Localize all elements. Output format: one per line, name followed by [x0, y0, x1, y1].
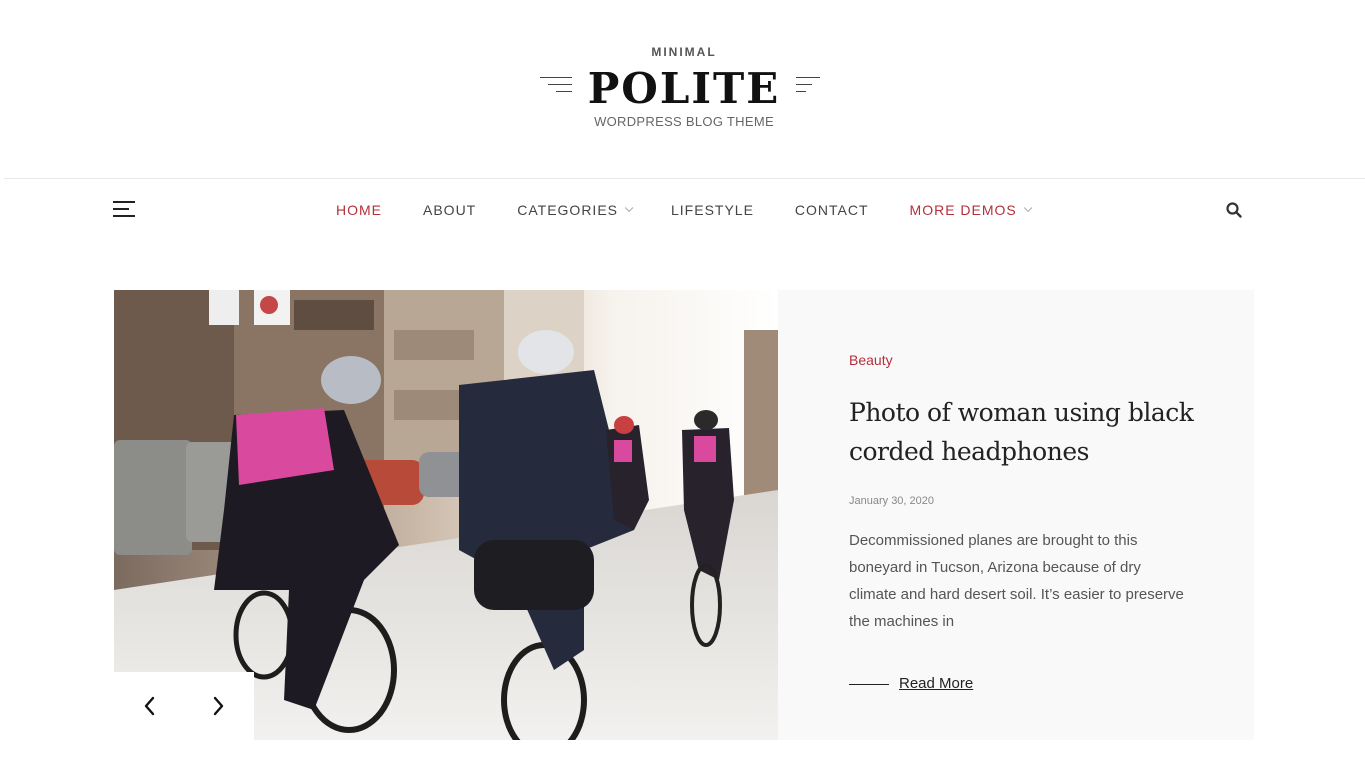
hamburger-icon[interactable] [113, 199, 137, 219]
read-more-link[interactable]: Read More [899, 675, 973, 692]
main-navigation: HOME ABOUT CATEGORIES LIFESTYLE CONTACT … [0, 179, 1365, 239]
site-header: MINIMAL POLITE WORDPRESS BLOG THEME [0, 0, 1365, 178]
post-excerpt: Decommissioned planes are brought to thi… [849, 532, 1184, 630]
site-logo[interactable]: MINIMAL POLITE WORDPRESS BLOG THEME [538, 44, 830, 134]
search-icon[interactable] [1225, 201, 1243, 219]
nav-item-contact[interactable]: CONTACT [795, 202, 869, 218]
chevron-down-icon [1023, 203, 1033, 213]
nav-item-about[interactable]: ABOUT [423, 202, 476, 218]
nav-item-home[interactable]: HOME [336, 202, 382, 218]
nav-item-lifestyle[interactable]: LIFESTYLE [671, 202, 754, 218]
slide-content-panel: Beauty Photo of woman using black corded… [778, 290, 1254, 740]
nav-item-label: CONTACT [794, 202, 869, 218]
nav-menu: HOME ABOUT CATEGORIES LIFESTYLE CONTACT … [336, 200, 1070, 220]
logo-tagline: MINIMAL [651, 45, 717, 59]
chevron-down-icon [624, 203, 634, 213]
chevron-right-icon[interactable] [206, 694, 230, 718]
read-more-divider [849, 684, 889, 685]
nav-item-label: HOME [336, 202, 382, 218]
logo-subtitle: WORDPRESS BLOG THEME [594, 114, 774, 129]
post-date: January 30, 2020 [849, 495, 935, 507]
nav-item-more-demos[interactable]: MORE DEMOS [909, 202, 1033, 218]
nav-item-label: LIFESTYLE [671, 202, 754, 218]
nav-item-label: CATEGORIES [517, 202, 618, 218]
logo-lines-right-decoration [796, 77, 828, 97]
slider-controls [114, 672, 254, 740]
post-title-link[interactable]: Photo of woman using black corded headph… [849, 393, 1209, 471]
nav-item-label: ABOUT [423, 202, 477, 218]
featured-slider: Beauty Photo of woman using black corded… [114, 290, 1254, 740]
post-category-link[interactable]: Beauty [849, 352, 893, 368]
nav-item-categories[interactable]: CATEGORIES [517, 202, 634, 218]
chevron-left-icon[interactable] [138, 694, 162, 718]
logo-title: POLITE [587, 64, 781, 113]
nav-item-label: MORE DEMOS [909, 202, 1017, 218]
